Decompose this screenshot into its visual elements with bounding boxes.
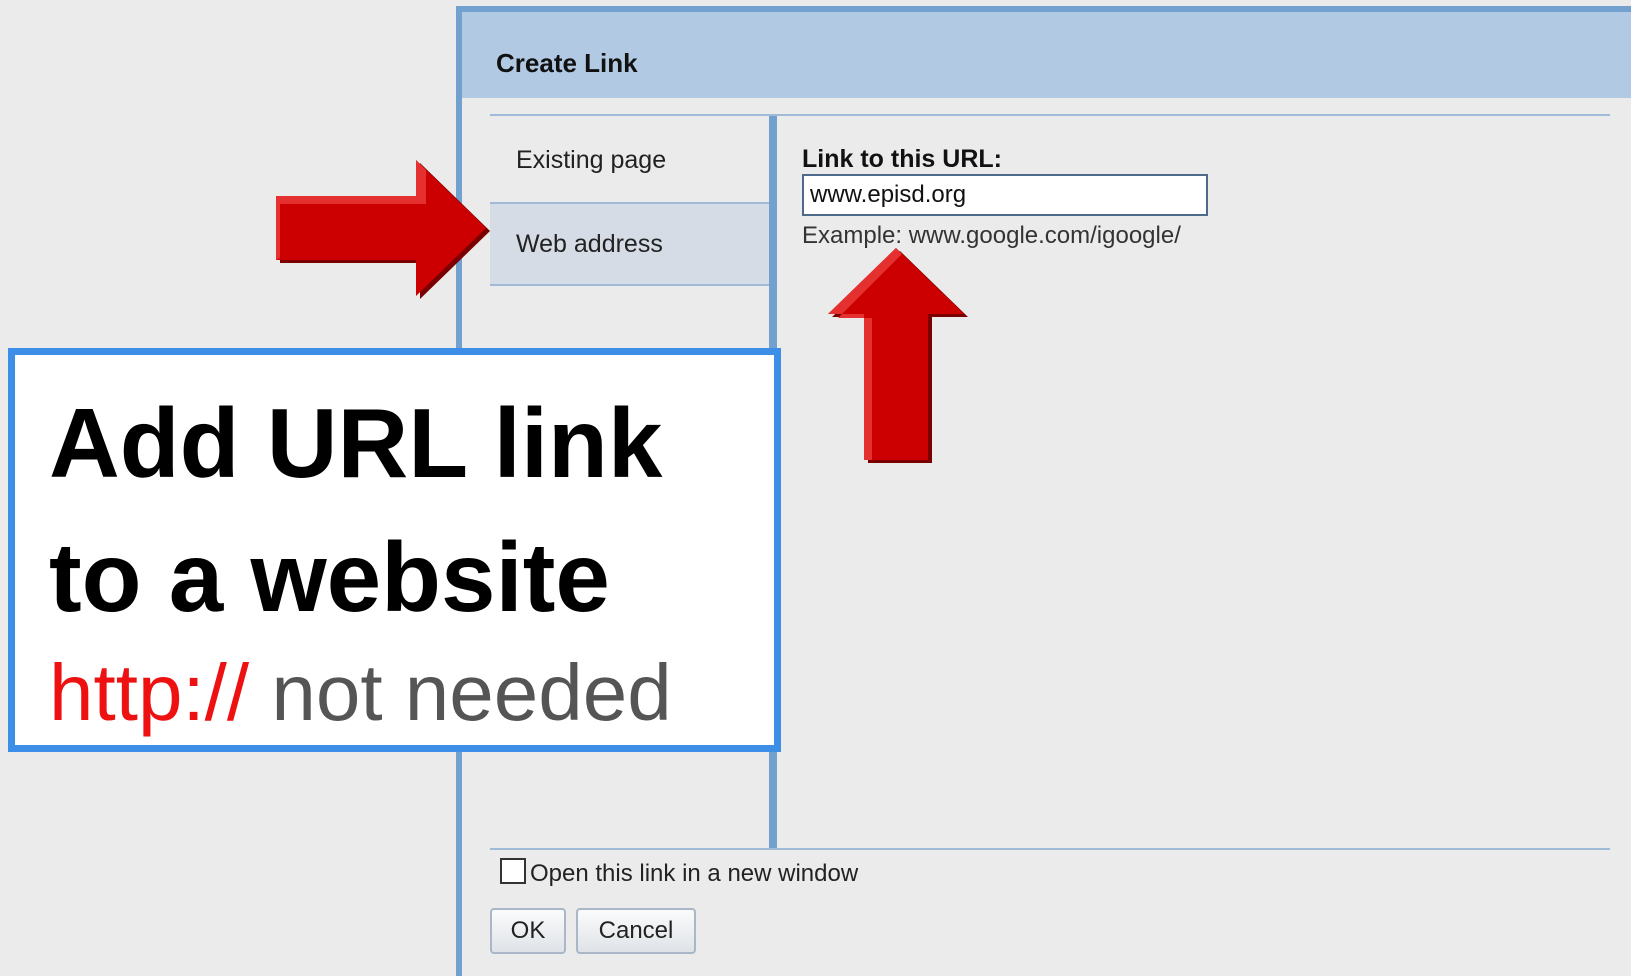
cancel-button[interactable]: Cancel <box>576 908 696 954</box>
sidebar-item-existing-page[interactable]: Existing page <box>490 118 769 202</box>
arrow-right-icon <box>276 160 490 299</box>
dialog-title: Create Link <box>496 48 638 78</box>
url-input[interactable] <box>802 174 1208 216</box>
ok-button[interactable]: OK <box>490 908 566 954</box>
callout-note: http:// not needed <box>49 651 672 735</box>
callout-heading-line1: Add URL link <box>49 388 663 498</box>
bottom-divider <box>490 848 1610 850</box>
arrow-up-icon <box>828 248 968 463</box>
new-window-label: Open this link in a new window <box>530 860 859 887</box>
callout-heading-line2: to a website <box>49 522 610 632</box>
callout-note-text: not needed <box>271 648 672 737</box>
url-field-label: Link to this URL: <box>802 145 1002 173</box>
sidebar-item-web-address[interactable]: Web address <box>490 202 769 286</box>
url-example-text: Example: www.google.com/igoogle/ <box>802 222 1181 249</box>
new-window-checkbox[interactable] <box>500 858 526 884</box>
instruction-callout: Add URL link to a website http:// not ne… <box>8 348 781 752</box>
callout-protocol: http:// <box>49 648 250 737</box>
dialog-header: Create Link <box>462 12 1631 98</box>
